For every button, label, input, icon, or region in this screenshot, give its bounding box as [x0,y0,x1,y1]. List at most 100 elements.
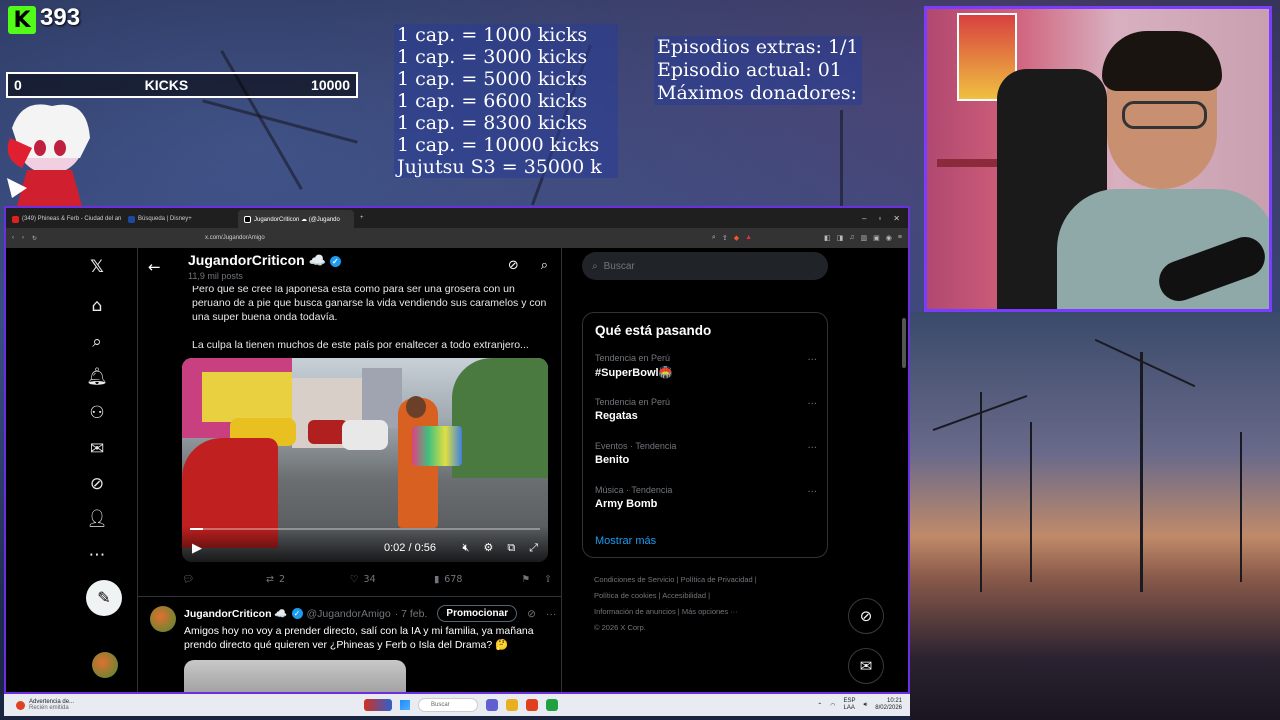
tab-disney[interactable]: Búsqueda | Disney+ [122,210,238,228]
obs-icon[interactable] [546,699,558,711]
file-explorer-icon[interactable] [506,699,518,711]
scrollbar[interactable] [902,318,906,368]
glasses [1122,101,1207,129]
settings-icon[interactable]: ⚙ [483,541,493,555]
turbine-silhouette [840,110,843,210]
more-icon[interactable]: ··· [807,443,817,454]
new-tab-button[interactable]: + [354,215,370,221]
brave-browser-icon[interactable] [526,699,538,711]
menu-icon[interactable]: ≡ [898,234,902,242]
more-icon[interactable]: ⋯ [86,544,108,566]
show-more-link[interactable]: Mostrar más [595,535,656,547]
episodes-info: Episodios extras: 1/1 Episodio actual: 0… [654,36,862,105]
sidebar-icon[interactable]: ▥ [861,234,868,242]
language-indicator[interactable]: ESP LAA [844,698,856,712]
grok-icon[interactable]: ⊘ [527,608,536,620]
profile-icon[interactable]: 👤︎ [86,508,108,530]
warning-icon [16,700,25,710]
notification-widget[interactable]: Advertencia de... Recién emitida [4,699,104,711]
footer-line[interactable]: Condiciones de Servicio | Política de Pr… [594,572,834,588]
compose-post-button[interactable]: ✎ [86,580,122,616]
anime-mascot-image [2,98,97,206]
brave-shield-icon[interactable]: ◆ [734,234,739,242]
more-icon[interactable]: ··· [546,608,557,620]
trend-item[interactable]: Música · Tendencia Army Bomb ··· [595,485,817,525]
search-icon[interactable]: ⌕ [541,258,548,273]
maximize-icon[interactable]: ▫ [878,214,881,223]
follow-icon[interactable]: ⚇ [86,402,108,424]
taskbar-search[interactable]: Buscar [418,698,478,712]
tweet-author-avatar[interactable] [150,606,176,632]
tweet-actions: 💬︎ ⇄ 2 ♡ 34 ▮ 678 ⚑ ⇪ [182,574,552,585]
vpn-icon[interactable]: ◉ [886,234,892,242]
grok-icon[interactable]: ⊘ [508,258,519,273]
search-icon[interactable]: ⌕ [86,331,108,353]
footer-line[interactable]: Información de anuncios | Más opciones ·… [594,604,834,620]
grok-button[interactable]: ⊘ [848,598,884,634]
extension-icon[interactable]: ♫ [849,234,854,242]
bookmark-icon[interactable]: ⚑ [522,574,531,585]
app-icon[interactable] [486,699,498,711]
minimize-icon[interactable]: – [862,214,866,223]
share-icon[interactable]: ⇪ [722,234,728,242]
extension-icon[interactable]: ◧ [824,234,831,242]
footer-links: Condiciones de Servicio | Política de Pr… [594,572,834,636]
reload-icon[interactable]: ↻ [32,235,37,242]
system-tray: ⌃ ◠ ESP LAA 🔊︎ 10:21 8/02/2026 [817,698,910,712]
share-icon[interactable]: ⇪ [544,574,552,585]
back-icon[interactable]: ‹ [12,235,14,241]
windows-start-icon[interactable] [400,700,410,710]
tweet-date[interactable]: · 7 feb. [395,608,428,620]
tab-phineas[interactable]: (349) Phineas & Ferb - Ciudad del an [6,210,122,228]
wallet-icon[interactable]: ▣ [873,234,880,242]
reply-button[interactable]: 💬︎ [182,574,266,585]
x-logo-icon[interactable]: 𝕏 [86,256,108,278]
account-avatar[interactable] [92,652,118,678]
messages-button[interactable]: ✉ [848,648,884,684]
close-icon[interactable]: ✕ [893,214,900,223]
messages-icon[interactable]: ✉ [86,438,108,460]
repost-button[interactable]: ⇄ 2 [266,574,350,585]
volume-icon[interactable]: 🔊︎ [864,702,868,709]
pip-icon[interactable]: ⧉ [507,541,515,555]
notifications-icon[interactable]: 🔔︎ [86,366,108,388]
forward-icon[interactable]: › [22,235,24,241]
car [342,420,388,450]
more-icon[interactable]: ··· [807,355,817,366]
extension-icon[interactable]: ◨ [837,234,844,242]
tweet-video[interactable]: ▶ 0:02 / 0:56 🔇︎ ⚙ ⧉ ⤢ [182,358,548,562]
trend-item[interactable]: Tendencia en Perú #SuperBowl🏟️ ··· [595,353,817,393]
video-progress-bar[interactable] [190,528,540,530]
tray-chevron-icon[interactable]: ⌃ [817,702,822,709]
search-input[interactable]: ⌕ Buscar [582,252,828,280]
like-count: 34 [363,574,376,585]
home-icon[interactable]: ⌂ [86,295,108,317]
tweet-author-handle[interactable]: @JugandorAmigo [307,608,391,620]
grok-icon[interactable]: ⊘ [86,473,108,495]
views-button[interactable]: ▮ 678 [434,574,518,585]
like-button[interactable]: ♡ 34 [350,574,434,585]
mail-icon: ✉ [859,657,873,675]
wifi-icon[interactable]: ◠ [830,702,835,709]
footer-line[interactable]: Política de cookies | Accesibilidad | [594,588,834,604]
trends-title: Qué está pasando [595,323,712,338]
rewards-icon[interactable]: ▲ [745,234,752,242]
trend-item[interactable]: Eventos · Tendencia Benito ··· [595,441,817,481]
tab-label: (349) Phineas & Ferb - Ciudad del an [22,216,122,222]
more-icon[interactable]: ··· [807,399,817,410]
zoom-icon[interactable]: ⌕ [712,234,716,242]
clock[interactable]: 10:21 8/02/2026 [875,698,902,712]
tweet-author-name[interactable]: JugandorCriticon ☁️ [184,607,288,620]
promote-button[interactable]: Promocionar [437,605,518,622]
tweet-media[interactable] [184,660,406,692]
widget-icon[interactable] [364,699,392,711]
back-arrow-icon[interactable]: ← [148,258,161,276]
mute-icon[interactable]: 🔇︎ [463,541,470,555]
more-icon[interactable]: ··· [807,487,817,498]
url-field[interactable]: x.com/JugandorAmigo [205,235,265,241]
fullscreen-icon[interactable]: ⤢ [529,541,538,555]
play-icon[interactable]: ▶ [192,540,202,556]
tab-x-profile[interactable]: JugandorCriticon ☁ (@Jugando [238,210,354,228]
trend-item[interactable]: Tendencia en Perú Regatas ··· [595,397,817,437]
x-icon [244,215,251,223]
